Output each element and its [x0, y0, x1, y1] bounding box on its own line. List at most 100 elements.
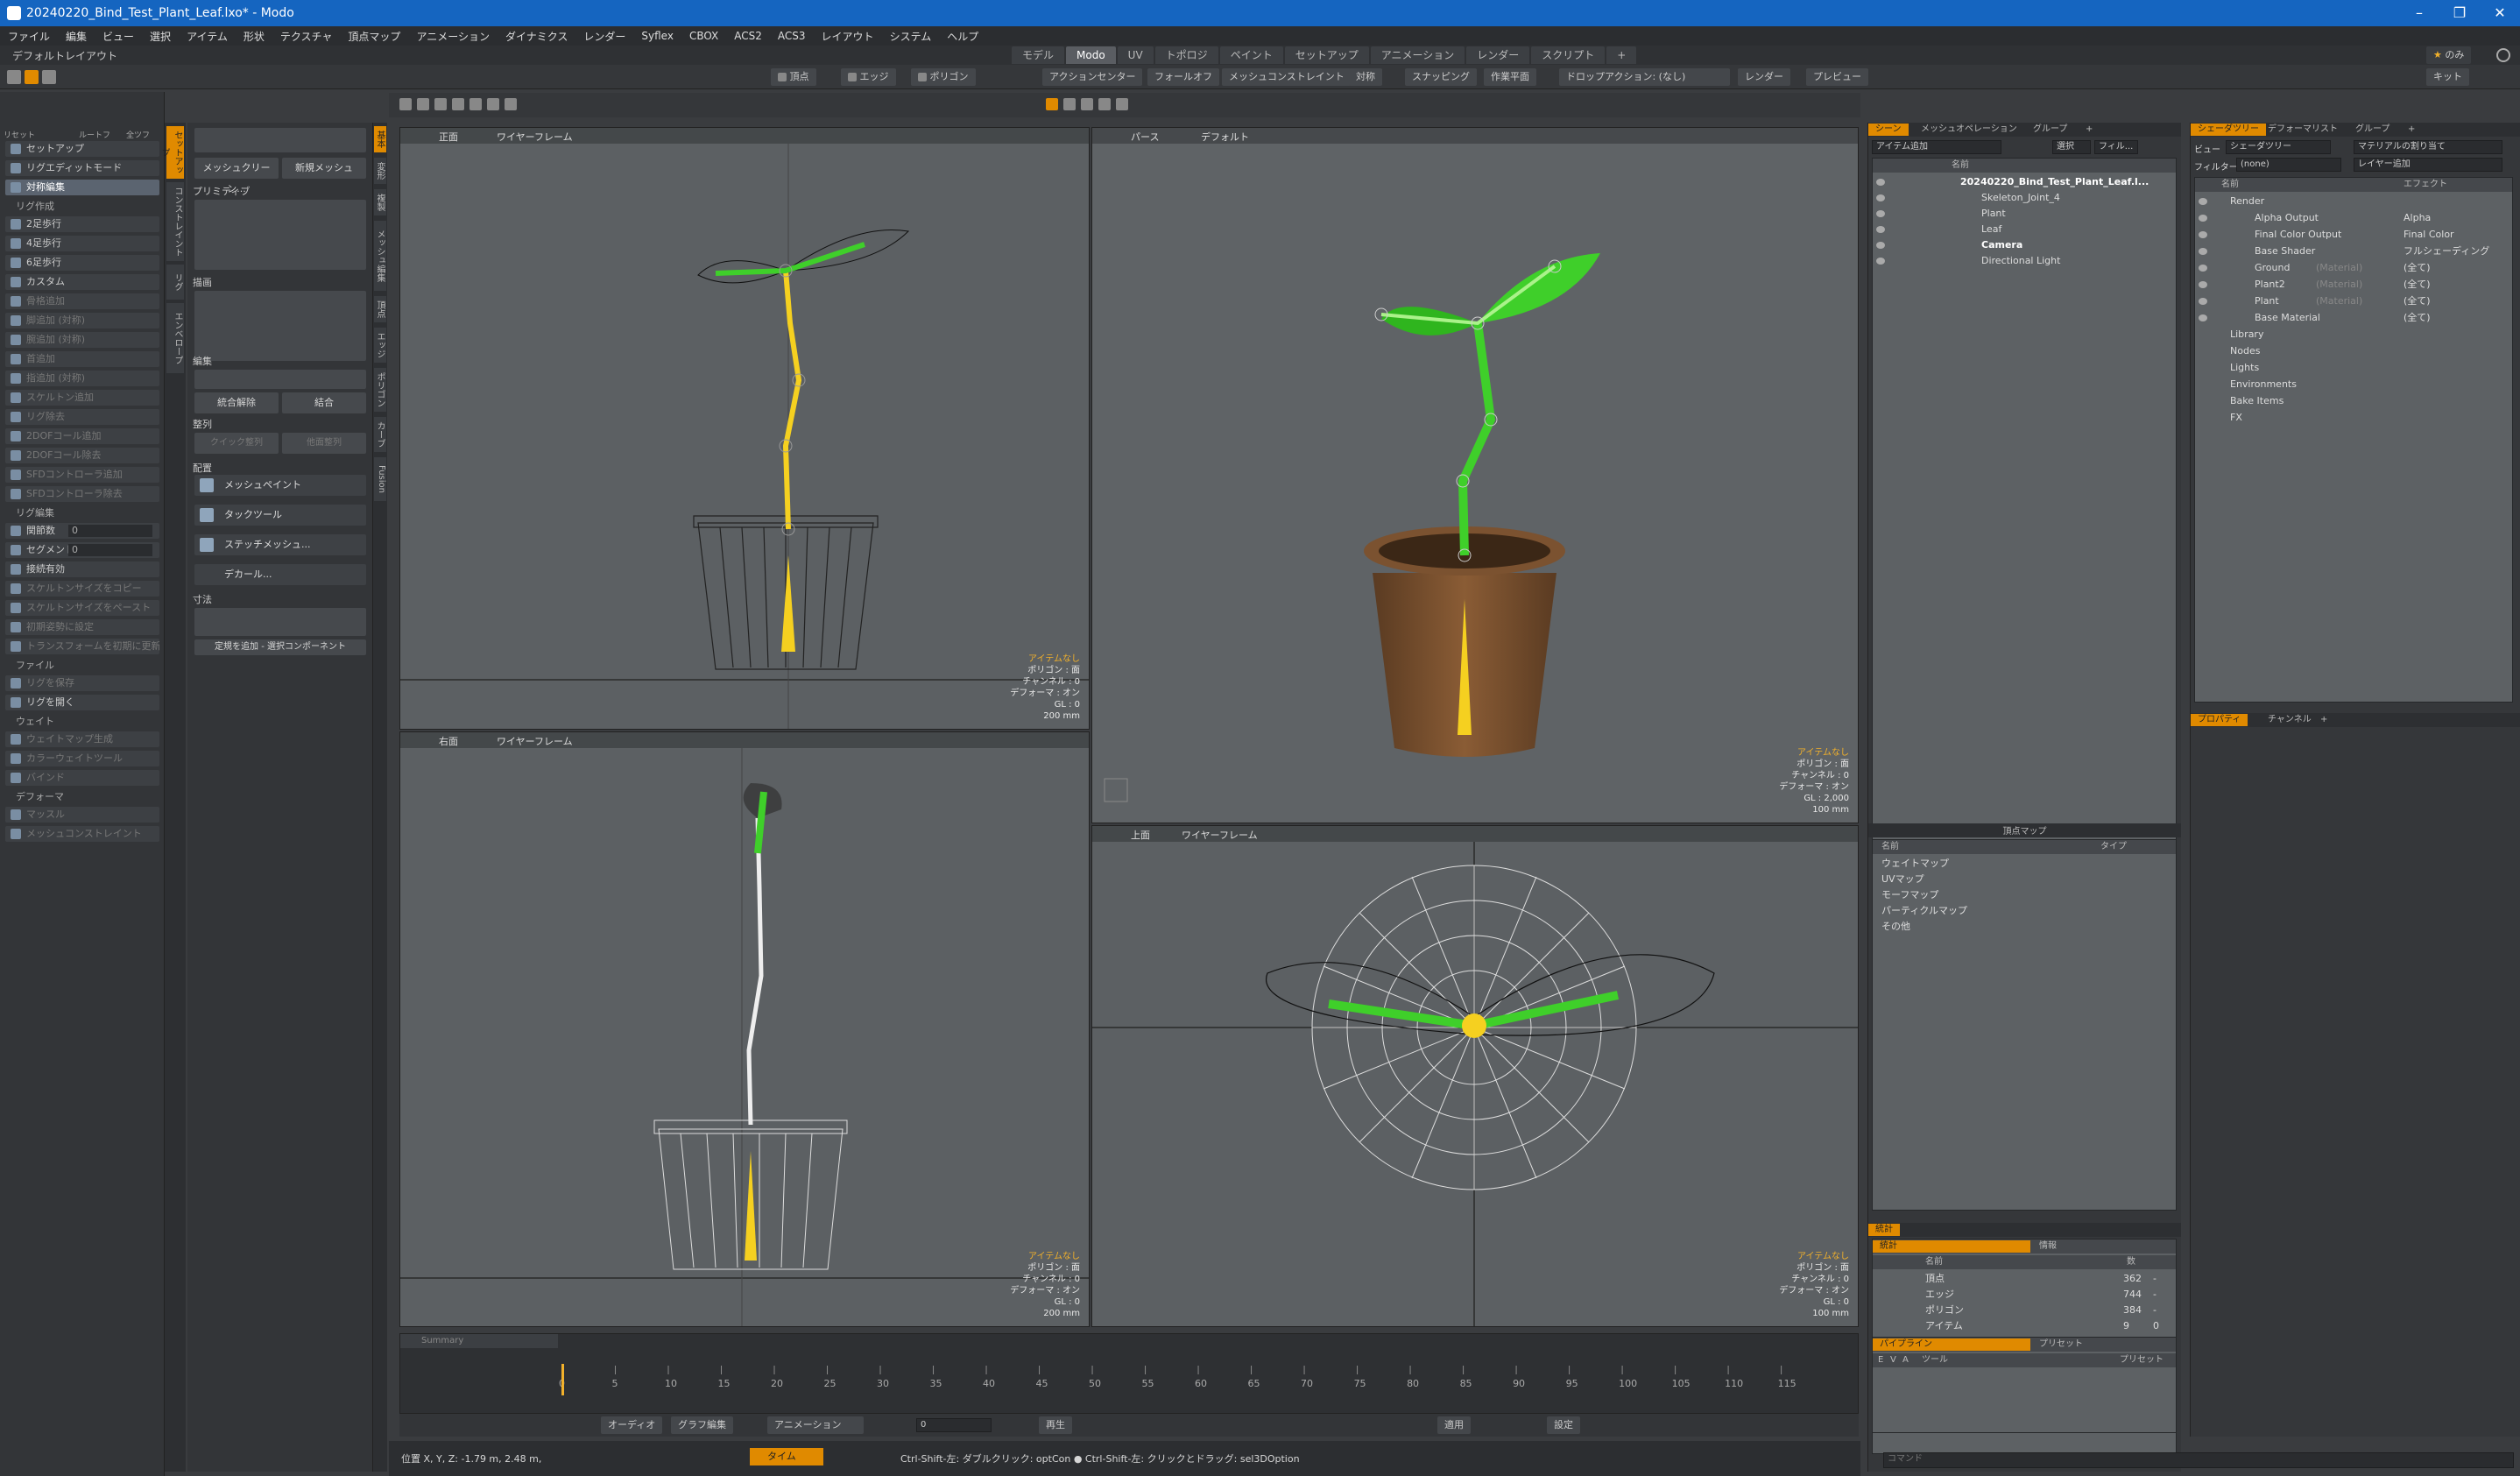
time-tab[interactable]: タイム [750, 1448, 823, 1465]
menu-syflex[interactable]: Syflex [633, 30, 681, 42]
stats-row[interactable]: アイテム 9 0 [1873, 1318, 2176, 1334]
snapping-button[interactable]: スナッピング [1405, 68, 1477, 86]
vtab-polygon[interactable]: ポリゴン [374, 368, 386, 412]
symmetry-button[interactable]: 対称 [1349, 68, 1382, 86]
summary-track[interactable]: Summary [400, 1334, 558, 1348]
vtab-curve[interactable]: カーブ [374, 417, 386, 452]
scene-item[interactable]: Skeleton_Joint_4 [1873, 190, 2176, 206]
filter-dropdown[interactable]: (none) [2236, 158, 2341, 172]
left-tool-item[interactable]: 2足歩行 [5, 216, 159, 232]
timeline-ruler[interactable]: 0510152025303540455055606570758085909510… [400, 1364, 1860, 1399]
left-tool-item[interactable]: 対称編集 [5, 180, 159, 195]
tack-tool-button[interactable]: タックツール [194, 505, 366, 526]
new-mesh-button[interactable]: 新規メッシュ [282, 158, 366, 179]
vmap-item[interactable]: UVマップ [1881, 872, 1924, 887]
playhead[interactable] [561, 1364, 564, 1395]
shader-item-effect[interactable]: フルシェーディング [2404, 244, 2489, 259]
left-tool-item[interactable]: スケルトン追加 [5, 390, 159, 406]
left-tool-item[interactable]: セットアップ [5, 141, 159, 157]
shader-item-effect[interactable]: (全て) [2404, 260, 2431, 276]
tab-mesh-ops[interactable]: メッシュオペレーション [1914, 124, 2024, 136]
left-tool-item[interactable]: 脚追加 (対称) [5, 313, 159, 328]
shade-mode[interactable]: ワイヤーフレーム [497, 734, 573, 748]
left-tool-item[interactable]: マッスル [5, 807, 159, 823]
tab-setup[interactable]: セットアップ [1284, 46, 1369, 64]
filter-field[interactable]: フィル... [2094, 140, 2138, 154]
shader-item[interactable]: Library [2195, 327, 2512, 343]
apply-button[interactable]: 適用 [1437, 1416, 1471, 1434]
shade-mode[interactable]: デフォルト [1201, 130, 1249, 144]
minimize-button[interactable]: – [2399, 0, 2439, 26]
left-tool-item[interactable]: 4足歩行 [5, 236, 159, 251]
scene-item[interactable]: Camera [1873, 237, 2176, 253]
vmap-item[interactable]: パーティクルマップ [1881, 903, 1967, 919]
edge-mode-button[interactable]: エッジ [841, 68, 896, 86]
vtab-rig[interactable]: リグ [166, 265, 184, 300]
vtab-basic[interactable]: 基本 [374, 126, 386, 152]
left-tool-item[interactable]: 腕追加 (対称) [5, 332, 159, 348]
stats-row[interactable]: エッジ 744- [1873, 1287, 2176, 1303]
tab-statistics[interactable]: 統計 [1873, 1240, 2030, 1253]
close-button[interactable]: ✕ [2480, 0, 2520, 26]
play-button[interactable]: 再生 [1039, 1416, 1072, 1434]
shader-item-effect[interactable]: Final Color [2404, 227, 2454, 243]
viewport-front[interactable]: 正面 ワイヤーフレーム アイテムなし ポリゴン : 面 チャンネル : 0 デフ… [399, 127, 1090, 730]
animation-select[interactable]: アニメーション [767, 1416, 864, 1434]
scene-item[interactable]: 20240220_Bind_Test_Plant_Leaf.l... [1873, 174, 2176, 190]
viewport-perspective[interactable]: パース デフォルト アイテムなし ポリゴン : 面 チャンネル : 0 デフォー… [1091, 127, 1859, 823]
left-tool-item[interactable]: リグを開く [5, 695, 159, 710]
add-layer-button[interactable]: レイヤー追加 [2354, 158, 2502, 172]
tab-deformer-list[interactable]: デフォーマリスト [2261, 124, 2345, 136]
mesh-constraint-button[interactable]: メッシュコンストレイント [1222, 68, 1352, 86]
left-tool-item[interactable]: 2DOFコール追加 [5, 428, 159, 444]
scene-item[interactable]: Leaf [1873, 222, 2176, 237]
vertex-mode-button[interactable]: 頂点 [771, 68, 816, 86]
tab-animation[interactable]: アニメーション [1370, 46, 1465, 64]
left-tool-item[interactable]: 首追加 [5, 351, 159, 367]
left-tool-item[interactable]: 関節数 0 [5, 523, 159, 539]
graph-editor-button[interactable]: グラフ編集 [671, 1416, 733, 1434]
only-toggle[interactable]: ★ のみ [2426, 46, 2472, 64]
scene-item[interactable]: Plant [1873, 206, 2176, 222]
tab-preset[interactable]: プリセット [2032, 1338, 2090, 1351]
action-center-button[interactable]: アクションセンター [1042, 68, 1143, 86]
select-dropdown[interactable]: 選択 [2052, 140, 2091, 154]
left-tool-item[interactable]: SFDコントローラ追加 [5, 467, 159, 483]
visibility-eye-icon[interactable] [1876, 194, 1885, 201]
menu-animation[interactable]: アニメーション [408, 29, 498, 44]
decal-button[interactable]: デカール... [194, 564, 366, 585]
vtab-vertex[interactable]: 頂点 [374, 296, 386, 322]
left-tool-item[interactable]: SFDコントローラ除去 [5, 486, 159, 502]
view-dropdown[interactable]: シェーダツリー [2226, 140, 2331, 154]
vmap-item[interactable]: モーフマップ [1881, 887, 1938, 903]
visibility-eye-icon[interactable] [2199, 198, 2207, 205]
tab-add[interactable]: + [2401, 124, 2422, 136]
left-tool-item[interactable]: 2DOFコール除去 [5, 448, 159, 463]
falloff-button[interactable]: フォールオフ [1147, 68, 1219, 86]
view-name[interactable]: パース [1131, 130, 1159, 144]
visibility-eye-icon[interactable] [2199, 314, 2207, 321]
left-tool-item[interactable]: バインド [5, 770, 159, 786]
shader-item-effect[interactable]: (全て) [2404, 277, 2431, 293]
tab-add[interactable]: + [2313, 714, 2334, 726]
left-tool-item[interactable]: メッシュコンストレイント [5, 826, 159, 842]
assign-material-button[interactable]: マテリアルの割り当て [2354, 140, 2502, 154]
unmerge-button[interactable]: 統合解除 [194, 392, 279, 413]
left-tool-item[interactable]: カスタム [5, 274, 159, 290]
kit-button[interactable]: キット [2426, 68, 2469, 86]
visibility-eye-icon[interactable] [1876, 210, 1885, 217]
preview-button[interactable]: プレビュー [1806, 68, 1868, 86]
shader-item-effect[interactable]: Alpha [2404, 210, 2431, 226]
polygon-mode-button[interactable]: ポリゴン [911, 68, 976, 86]
shader-item-effect[interactable]: (全て) [2404, 293, 2431, 309]
item-mode-icon[interactable] [42, 70, 56, 84]
visibility-eye-icon[interactable] [1876, 258, 1885, 265]
left-tool-item[interactable]: セグメント数 0 [5, 542, 159, 558]
combine-button[interactable]: 結合 [282, 392, 366, 413]
left-tool-item[interactable]: スケルトンサイズをコピー [5, 581, 159, 597]
tab-add[interactable]: + [1606, 46, 1637, 64]
shader-item[interactable]: Plant2 (Material) (全て) [2195, 277, 2512, 293]
menu-vertex-map[interactable]: 頂点マップ [340, 29, 408, 44]
tab-groups[interactable]: グループ [2026, 124, 2074, 136]
tab-properties[interactable]: プロパティ [2191, 714, 2248, 726]
